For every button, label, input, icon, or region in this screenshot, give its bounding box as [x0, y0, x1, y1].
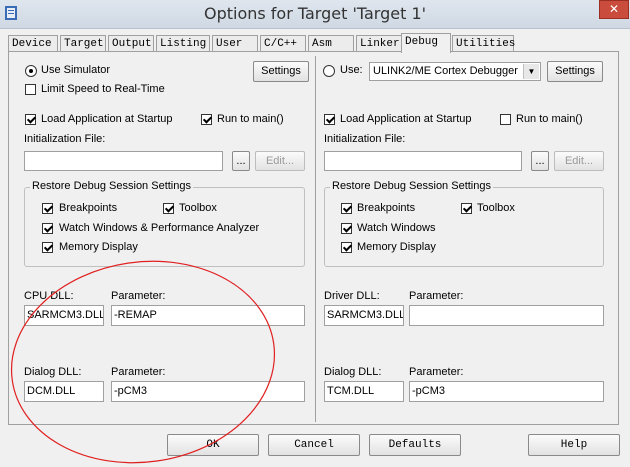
cpu-dll-input[interactable]: SARMCM3.DLL	[24, 305, 104, 326]
driver-param-input[interactable]	[409, 305, 604, 326]
right-init-file-label: Initialization File:	[324, 133, 406, 145]
limit-speed-label: Limit Speed to Real-Time	[41, 83, 165, 95]
left-run-to-main-label: Run to main()	[217, 113, 284, 125]
chevron-down-icon[interactable]: ▼	[523, 64, 539, 79]
tab-device[interactable]: Device	[8, 35, 58, 51]
tab-asm[interactable]: Asm	[308, 35, 354, 51]
left-edit-button[interactable]: Edit...	[255, 151, 305, 171]
cpu-dll-label: CPU DLL:	[24, 290, 74, 302]
left-breakpoints-label: Breakpoints	[59, 202, 118, 214]
title-bar: Options for Target 'Target 1' ✕	[0, 0, 630, 29]
tab-cpp[interactable]: C/C++	[260, 35, 306, 51]
right-init-file-input[interactable]	[324, 151, 522, 171]
left-load-app-label: Load Application at Startup	[41, 113, 173, 125]
left-restore-group-title: Restore Debug Session Settings	[30, 180, 193, 192]
right-dialog-param-input[interactable]: -pCM3	[409, 381, 604, 402]
debugger-select-value: ULINK2/ME Cortex Debugger	[373, 65, 518, 77]
left-run-to-main-checkbox[interactable]	[201, 114, 212, 125]
ok-button[interactable]: OK	[167, 434, 259, 456]
left-watch-checkbox[interactable]	[42, 223, 53, 234]
right-load-app-checkbox[interactable]	[324, 114, 335, 125]
tab-listing[interactable]: Listing	[156, 35, 210, 51]
use-hardware-radio[interactable]	[323, 65, 335, 77]
tab-debug[interactable]: Debug	[401, 33, 451, 53]
tab-output[interactable]: Output	[108, 35, 154, 51]
right-breakpoints-label: Breakpoints	[357, 202, 416, 214]
left-init-file-input[interactable]	[24, 151, 223, 171]
right-edit-button[interactable]: Edit...	[554, 151, 604, 171]
right-dialog-dll-label: Dialog DLL:	[324, 366, 382, 378]
right-memory-checkbox[interactable]	[341, 242, 352, 253]
left-memory-label: Memory Display	[59, 241, 138, 253]
left-toolbox-label: Toolbox	[179, 202, 217, 214]
right-toolbox-checkbox[interactable]	[461, 203, 472, 214]
left-browse-button[interactable]: ...	[232, 151, 250, 171]
left-toolbox-checkbox[interactable]	[163, 203, 174, 214]
left-init-file-label: Initialization File:	[24, 133, 106, 145]
cpu-param-label: Parameter:	[111, 290, 166, 302]
driver-dll-input[interactable]: SARMCM3.DLL	[324, 305, 404, 326]
debugger-select[interactable]: ULINK2/ME Cortex Debugger ▼	[369, 62, 541, 81]
left-dialog-dll-input[interactable]: DCM.DLL	[24, 381, 104, 402]
use-simulator-radio[interactable]	[25, 65, 37, 77]
right-memory-label: Memory Display	[357, 241, 436, 253]
right-browse-button[interactable]: ...	[531, 151, 549, 171]
left-dialog-param-label: Parameter:	[111, 366, 166, 378]
right-dialog-dll-input[interactable]: TCM.DLL	[324, 381, 404, 402]
tab-user[interactable]: User	[212, 35, 258, 51]
right-restore-group-title: Restore Debug Session Settings	[330, 180, 493, 192]
tab-utilities[interactable]: Utilities	[452, 35, 515, 51]
simulator-settings-button[interactable]: Settings	[253, 61, 309, 82]
tab-target[interactable]: Target	[60, 35, 106, 51]
cancel-button[interactable]: Cancel	[268, 434, 360, 456]
close-icon[interactable]: ✕	[599, 0, 629, 19]
driver-param-label: Parameter:	[409, 290, 464, 302]
right-load-app-label: Load Application at Startup	[340, 113, 472, 125]
driver-dll-label: Driver DLL:	[324, 290, 380, 302]
right-watch-label: Watch Windows	[357, 222, 436, 234]
debugger-settings-button[interactable]: Settings	[547, 61, 603, 82]
window-title: Options for Target 'Target 1'	[203, 4, 427, 23]
pane-divider	[315, 56, 316, 422]
limit-speed-checkbox[interactable]	[25, 84, 36, 95]
help-button[interactable]: Help	[528, 434, 620, 456]
left-breakpoints-checkbox[interactable]	[42, 203, 53, 214]
cpu-param-input[interactable]: -REMAP	[111, 305, 305, 326]
left-dialog-param-input[interactable]: -pCM3	[111, 381, 305, 402]
right-run-to-main-label: Run to main()	[516, 113, 583, 125]
left-memory-checkbox[interactable]	[42, 242, 53, 253]
right-breakpoints-checkbox[interactable]	[341, 203, 352, 214]
tab-linker[interactable]: Linker	[356, 35, 402, 51]
right-watch-checkbox[interactable]	[341, 223, 352, 234]
use-simulator-label: Use Simulator	[41, 64, 111, 76]
defaults-button[interactable]: Defaults	[369, 434, 461, 456]
left-dialog-dll-label: Dialog DLL:	[24, 366, 82, 378]
right-dialog-param-label: Parameter:	[409, 366, 464, 378]
use-label: Use:	[340, 64, 363, 76]
right-toolbox-label: Toolbox	[477, 202, 515, 214]
left-load-app-checkbox[interactable]	[25, 114, 36, 125]
right-run-to-main-checkbox[interactable]	[500, 114, 511, 125]
left-watch-label: Watch Windows & Performance Analyzer	[59, 222, 260, 234]
